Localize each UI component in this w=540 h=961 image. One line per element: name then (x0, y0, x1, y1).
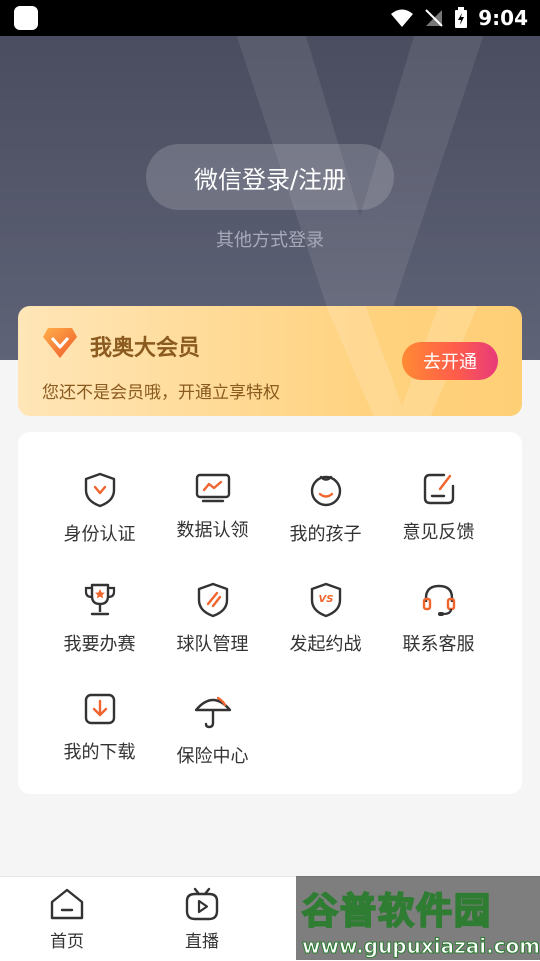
diamond-icon (43, 328, 77, 358)
service-label: 发起约战 (289, 634, 362, 655)
child-face-icon (310, 475, 341, 507)
service-insurance-center[interactable]: 保险中心 (156, 652, 269, 767)
umbrella-icon (194, 696, 231, 729)
service-label: 数据认领 (176, 520, 249, 541)
battery-charging-icon (455, 7, 468, 28)
vip-description: 您还不是会员哦，开通立享特权 (42, 383, 280, 403)
service-start-match[interactable]: VS 发起约战 (269, 542, 382, 655)
nav-label: 直播 (185, 932, 219, 952)
open-vip-label: 去开通 (423, 352, 477, 373)
wifi-icon (391, 9, 414, 27)
service-host-competition[interactable]: 我要办赛 (43, 542, 156, 655)
vs-shield-icon: VS (310, 582, 341, 618)
download-icon (84, 693, 115, 725)
no-signal-icon (425, 9, 443, 27)
watermark-url: www.gupuxiazai.com (301, 934, 540, 959)
service-team-management[interactable]: 球队管理 (156, 542, 269, 655)
service-my-child[interactable]: 我的孩子 (269, 432, 382, 545)
tv-icon (185, 887, 219, 921)
service-label: 我的下载 (63, 742, 136, 763)
service-data-claim[interactable]: 数据认领 (156, 432, 269, 541)
service-my-downloads[interactable]: 我的下载 (43, 652, 156, 763)
shield-slash-icon (197, 582, 228, 618)
home-icon (50, 888, 84, 920)
status-right: 9:04 (390, 6, 528, 30)
svg-text:VS: VS (318, 594, 333, 605)
service-label: 保险中心 (176, 746, 249, 767)
chart-monitor-icon (195, 473, 230, 503)
service-label: 意见反馈 (402, 522, 475, 543)
other-login-link[interactable]: 其他方式登录 (0, 226, 540, 252)
service-label: 联系客服 (402, 634, 475, 655)
service-identity-auth[interactable]: 身份认证 (43, 432, 156, 545)
vip-title: 我奥大会员 (90, 336, 201, 361)
edit-feedback-icon (423, 473, 454, 505)
headset-icon (422, 584, 455, 616)
wechat-login-button[interactable]: 微信登录/注册 (146, 144, 394, 210)
trophy-icon (84, 583, 115, 616)
status-bar: 9:04 (0, 0, 540, 36)
service-feedback[interactable]: 意见反馈 (382, 432, 495, 543)
nav-label: 首页 (50, 932, 84, 952)
watermark-overlay: 谷普软件园 www.gupuxiazai.com (296, 876, 540, 960)
service-customer-service[interactable]: 联系客服 (382, 542, 495, 655)
services-grid: 身份认证 数据认领 我的孩子 意见反馈 我要办赛 球队管理 VS 发起约战 联系… (18, 432, 522, 794)
vip-card[interactable]: 我奥大会员 您还不是会员哦，开通立享特权 去开通 (18, 306, 522, 416)
nav-item-home[interactable]: 首页 (12, 887, 122, 957)
open-vip-button[interactable]: 去开通 (402, 342, 498, 380)
nav-item-live[interactable]: 直播 (147, 887, 257, 957)
notification-icon (14, 6, 38, 30)
shield-v-icon (84, 472, 115, 508)
wechat-login-label: 微信登录/注册 (193, 165, 347, 194)
status-time: 9:04 (478, 6, 528, 30)
watermark-title: 谷普软件园 (301, 890, 493, 933)
